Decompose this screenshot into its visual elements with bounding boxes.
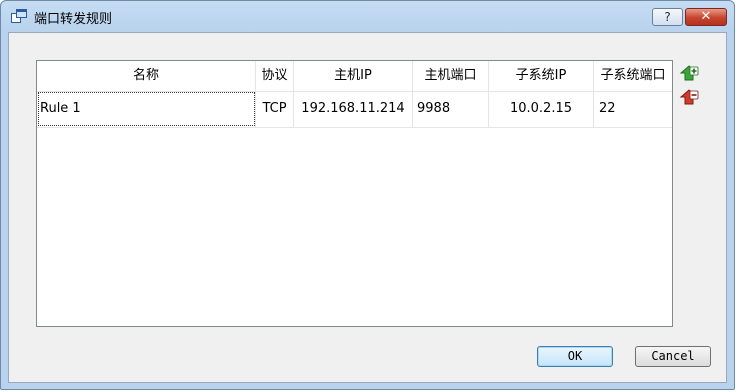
cell-protocol[interactable]: TCP bbox=[256, 91, 294, 127]
column-header-protocol[interactable]: 协议 bbox=[256, 61, 294, 91]
cell-host-ip[interactable]: 192.168.11.214 bbox=[294, 91, 413, 127]
cancel-button[interactable]: Cancel bbox=[635, 346, 711, 367]
close-button[interactable]: ✕ bbox=[685, 8, 727, 26]
virtualbox-window-icon bbox=[11, 9, 27, 23]
column-header-host-port[interactable]: 主机端口 bbox=[413, 61, 489, 91]
dialog-title: 端口转发规则 bbox=[34, 12, 113, 27]
column-header-guest-ip[interactable]: 子系统IP bbox=[489, 61, 594, 91]
cell-guest-port[interactable]: 22 bbox=[594, 91, 672, 127]
cell-host-port[interactable]: 9988 bbox=[413, 91, 489, 127]
column-header-host-ip[interactable]: 主机IP bbox=[294, 61, 413, 91]
cell-guest-ip[interactable]: 10.0.2.15 bbox=[489, 91, 594, 127]
cell-rule-name[interactable]: Rule 1 bbox=[37, 91, 256, 127]
column-header-name[interactable]: 名称 bbox=[37, 61, 256, 91]
ok-button[interactable]: OK bbox=[537, 346, 613, 367]
column-header-guest-port[interactable]: 子系统端口 bbox=[594, 61, 672, 91]
remove-rule-icon[interactable] bbox=[679, 89, 699, 105]
port-forwarding-dialog: 端口转发规则 ? ✕ 名称 协议 主机IP 主机端口 子系统IP 子系统端口 R… bbox=[0, 0, 735, 390]
rules-table[interactable]: 名称 协议 主机IP 主机端口 子系统IP 子系统端口 Rule 1 TCP 1… bbox=[36, 60, 673, 327]
add-rule-icon[interactable] bbox=[679, 65, 699, 81]
help-button[interactable]: ? bbox=[652, 8, 683, 26]
table-header: 名称 协议 主机IP 主机端口 子系统IP 子系统端口 bbox=[37, 61, 672, 92]
dialog-body: 名称 协议 主机IP 主机端口 子系统IP 子系统端口 Rule 1 TCP 1… bbox=[8, 32, 727, 383]
table-row[interactable]: Rule 1 TCP 192.168.11.214 9988 10.0.2.15… bbox=[37, 91, 672, 128]
title-bar: 端口转发规则 ? ✕ bbox=[1, 1, 734, 31]
